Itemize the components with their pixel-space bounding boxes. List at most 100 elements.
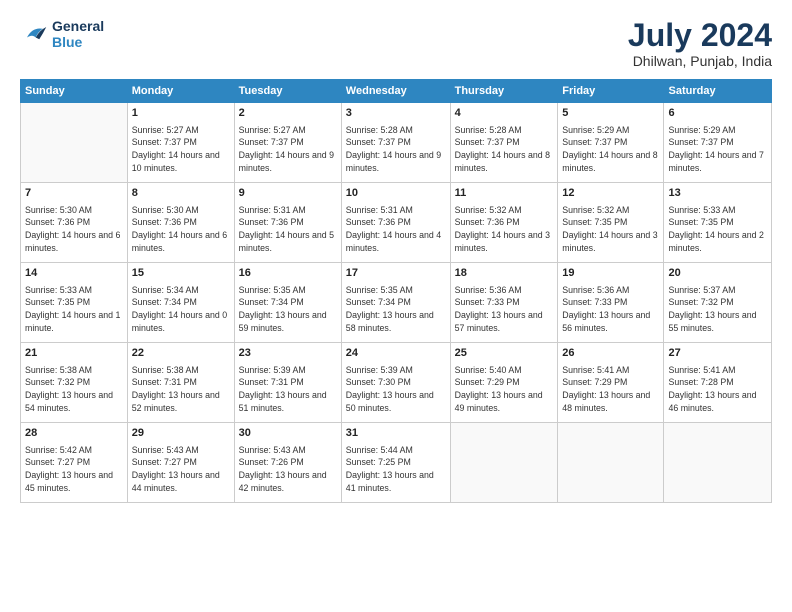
calendar-cell: 16 Sunrise: 5:35 AMSunset: 7:34 PMDayligh… <box>234 263 341 343</box>
header-cell-monday: Monday <box>127 80 234 103</box>
day-number: 12 <box>562 186 659 201</box>
calendar-cell: 23 Sunrise: 5:39 AMSunset: 7:31 PMDayligh… <box>234 343 341 423</box>
day-number: 7 <box>25 186 123 201</box>
calendar-cell: 9Sunrise: 5:31 AMSunset: 7:36 PMDaylight… <box>234 183 341 263</box>
day-number: 2 <box>239 106 337 121</box>
logo-text: General Blue <box>52 18 104 50</box>
calendar-table: SundayMondayTuesdayWednesdayThursdayFrid… <box>20 79 772 503</box>
calendar-cell: 21 Sunrise: 5:38 AMSunset: 7:32 PMDayligh… <box>21 343 128 423</box>
day-number: 26 <box>562 346 659 361</box>
calendar-cell: 10 Sunrise: 5:31 AMSunset: 7:36 PMDayligh… <box>341 183 450 263</box>
day-number: 19 <box>562 266 659 281</box>
logo: General Blue <box>20 18 104 50</box>
day-number: 6 <box>668 106 767 121</box>
header-cell-sunday: Sunday <box>21 80 128 103</box>
day-number: 20 <box>668 266 767 281</box>
day-info: Sunrise: 5:37 AMSunset: 7:32 PMDaylight:… <box>668 284 767 335</box>
calendar-page: General Blue July 2024 Dhilwan, Punjab, … <box>0 0 792 612</box>
day-info: Sunrise: 5:35 AMSunset: 7:34 PMDaylight:… <box>239 284 337 335</box>
calendar-cell: 8 Sunrise: 5:30 AMSunset: 7:36 PMDaylight… <box>127 183 234 263</box>
day-info: Sunrise: 5:38 AMSunset: 7:32 PMDaylight:… <box>25 364 123 415</box>
day-info: Sunrise: 5:33 AMSunset: 7:35 PMDaylight:… <box>25 284 123 335</box>
day-number: 30 <box>239 426 337 441</box>
header-cell-friday: Friday <box>558 80 664 103</box>
day-number: 15 <box>132 266 230 281</box>
day-info: Sunrise: 5:43 AMSunset: 7:26 PMDaylight:… <box>239 444 337 495</box>
calendar-cell: 4Sunrise: 5:28 AMSunset: 7:37 PMDaylight… <box>450 103 558 183</box>
calendar-cell: 30 Sunrise: 5:43 AMSunset: 7:26 PMDayligh… <box>234 423 341 503</box>
day-number: 16 <box>239 266 337 281</box>
day-info: Sunrise: 5:39 AMSunset: 7:31 PMDaylight:… <box>239 364 337 415</box>
day-info: Sunrise: 5:33 AMSunset: 7:35 PMDaylight:… <box>668 204 767 255</box>
calendar-cell: 28 Sunrise: 5:42 AMSunset: 7:27 PMDayligh… <box>21 423 128 503</box>
calendar-cell: 19 Sunrise: 5:36 AMSunset: 7:33 PMDayligh… <box>558 263 664 343</box>
logo-icon <box>20 20 48 48</box>
calendar-cell: 7 Sunrise: 5:30 AMSunset: 7:36 PMDaylight… <box>21 183 128 263</box>
day-info: Sunrise: 5:27 AMSunset: 7:37 PMDaylight:… <box>132 124 230 175</box>
calendar-subtitle: Dhilwan, Punjab, India <box>628 53 772 69</box>
calendar-cell: 3 Sunrise: 5:28 AMSunset: 7:37 PMDaylight… <box>341 103 450 183</box>
day-info: Sunrise: 5:43 AMSunset: 7:27 PMDaylight:… <box>132 444 230 495</box>
calendar-cell: 12 Sunrise: 5:32 AMSunset: 7:35 PMDayligh… <box>558 183 664 263</box>
day-info: Sunrise: 5:29 AMSunset: 7:37 PMDaylight:… <box>668 124 767 175</box>
day-info: Sunrise: 5:30 AMSunset: 7:36 PMDaylight:… <box>132 204 230 255</box>
header-cell-thursday: Thursday <box>450 80 558 103</box>
day-info: Sunrise: 5:41 AMSunset: 7:29 PMDaylight:… <box>562 364 659 415</box>
calendar-week-row: 21 Sunrise: 5:38 AMSunset: 7:32 PMDayligh… <box>21 343 772 423</box>
calendar-week-row: 28 Sunrise: 5:42 AMSunset: 7:27 PMDayligh… <box>21 423 772 503</box>
calendar-title: July 2024 <box>628 18 772 53</box>
day-info: Sunrise: 5:39 AMSunset: 7:30 PMDaylight:… <box>346 364 446 415</box>
day-number: 13 <box>668 186 767 201</box>
day-number: 5 <box>562 106 659 121</box>
day-info: Sunrise: 5:36 AMSunset: 7:33 PMDaylight:… <box>455 284 554 335</box>
day-info: Sunrise: 5:27 AMSunset: 7:37 PMDaylight:… <box>239 124 337 175</box>
day-info: Sunrise: 5:28 AMSunset: 7:37 PMDaylight:… <box>455 124 554 175</box>
day-number: 10 <box>346 186 446 201</box>
calendar-cell: 27 Sunrise: 5:41 AMSunset: 7:28 PMDayligh… <box>664 343 772 423</box>
header-cell-wednesday: Wednesday <box>341 80 450 103</box>
day-info: Sunrise: 5:29 AMSunset: 7:37 PMDaylight:… <box>562 124 659 175</box>
calendar-cell: 11 Sunrise: 5:32 AMSunset: 7:36 PMDayligh… <box>450 183 558 263</box>
day-info: Sunrise: 5:32 AMSunset: 7:35 PMDaylight:… <box>562 204 659 255</box>
header-cell-tuesday: Tuesday <box>234 80 341 103</box>
day-number: 9 <box>239 186 337 201</box>
calendar-cell <box>450 423 558 503</box>
day-info: Sunrise: 5:36 AMSunset: 7:33 PMDaylight:… <box>562 284 659 335</box>
day-info: Sunrise: 5:31 AMSunset: 7:36 PMDaylight:… <box>346 204 446 255</box>
day-info: Sunrise: 5:42 AMSunset: 7:27 PMDaylight:… <box>25 444 123 495</box>
day-number: 11 <box>455 186 554 201</box>
calendar-week-row: 14Sunrise: 5:33 AMSunset: 7:35 PMDayligh… <box>21 263 772 343</box>
day-number: 31 <box>346 426 446 441</box>
day-info: Sunrise: 5:30 AMSunset: 7:36 PMDaylight:… <box>25 204 123 255</box>
day-number: 28 <box>25 426 123 441</box>
day-number: 22 <box>132 346 230 361</box>
day-info: Sunrise: 5:32 AMSunset: 7:36 PMDaylight:… <box>455 204 554 255</box>
calendar-cell: 29 Sunrise: 5:43 AMSunset: 7:27 PMDayligh… <box>127 423 234 503</box>
header-cell-saturday: Saturday <box>664 80 772 103</box>
calendar-cell: 14Sunrise: 5:33 AMSunset: 7:35 PMDayligh… <box>21 263 128 343</box>
calendar-cell: 24Sunrise: 5:39 AMSunset: 7:30 PMDayligh… <box>341 343 450 423</box>
day-info: Sunrise: 5:28 AMSunset: 7:37 PMDaylight:… <box>346 124 446 175</box>
calendar-cell: 20 Sunrise: 5:37 AMSunset: 7:32 PMDayligh… <box>664 263 772 343</box>
calendar-cell: 25Sunrise: 5:40 AMSunset: 7:29 PMDayligh… <box>450 343 558 423</box>
day-number: 17 <box>346 266 446 281</box>
calendar-cell: 5 Sunrise: 5:29 AMSunset: 7:37 PMDaylight… <box>558 103 664 183</box>
day-number: 23 <box>239 346 337 361</box>
day-number: 18 <box>455 266 554 281</box>
calendar-cell: 13 Sunrise: 5:33 AMSunset: 7:35 PMDayligh… <box>664 183 772 263</box>
calendar-cell <box>21 103 128 183</box>
calendar-cell: 17 Sunrise: 5:35 AMSunset: 7:34 PMDayligh… <box>341 263 450 343</box>
day-info: Sunrise: 5:35 AMSunset: 7:34 PMDaylight:… <box>346 284 446 335</box>
calendar-cell: 2 Sunrise: 5:27 AMSunset: 7:37 PMDaylight… <box>234 103 341 183</box>
day-info: Sunrise: 5:40 AMSunset: 7:29 PMDaylight:… <box>455 364 554 415</box>
day-number: 8 <box>132 186 230 201</box>
day-number: 27 <box>668 346 767 361</box>
day-number: 29 <box>132 426 230 441</box>
calendar-header-row: SundayMondayTuesdayWednesdayThursdayFrid… <box>21 80 772 103</box>
day-number: 21 <box>25 346 123 361</box>
day-info: Sunrise: 5:41 AMSunset: 7:28 PMDaylight:… <box>668 364 767 415</box>
calendar-cell: 1Sunrise: 5:27 AMSunset: 7:37 PMDaylight… <box>127 103 234 183</box>
day-info: Sunrise: 5:38 AMSunset: 7:31 PMDaylight:… <box>132 364 230 415</box>
day-info: Sunrise: 5:34 AMSunset: 7:34 PMDaylight:… <box>132 284 230 335</box>
day-number: 3 <box>346 106 446 121</box>
